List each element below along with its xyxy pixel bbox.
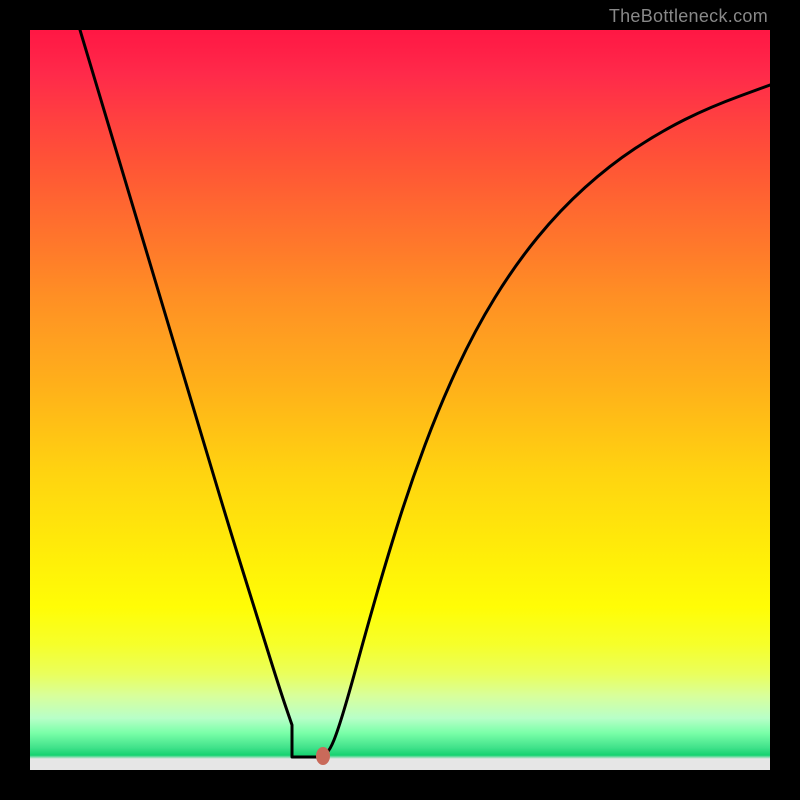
chart-plot-area — [30, 30, 770, 770]
bottleneck-marker-dot — [316, 747, 330, 765]
watermark-text: TheBottleneck.com — [609, 6, 768, 27]
bottleneck-curve — [30, 30, 770, 770]
